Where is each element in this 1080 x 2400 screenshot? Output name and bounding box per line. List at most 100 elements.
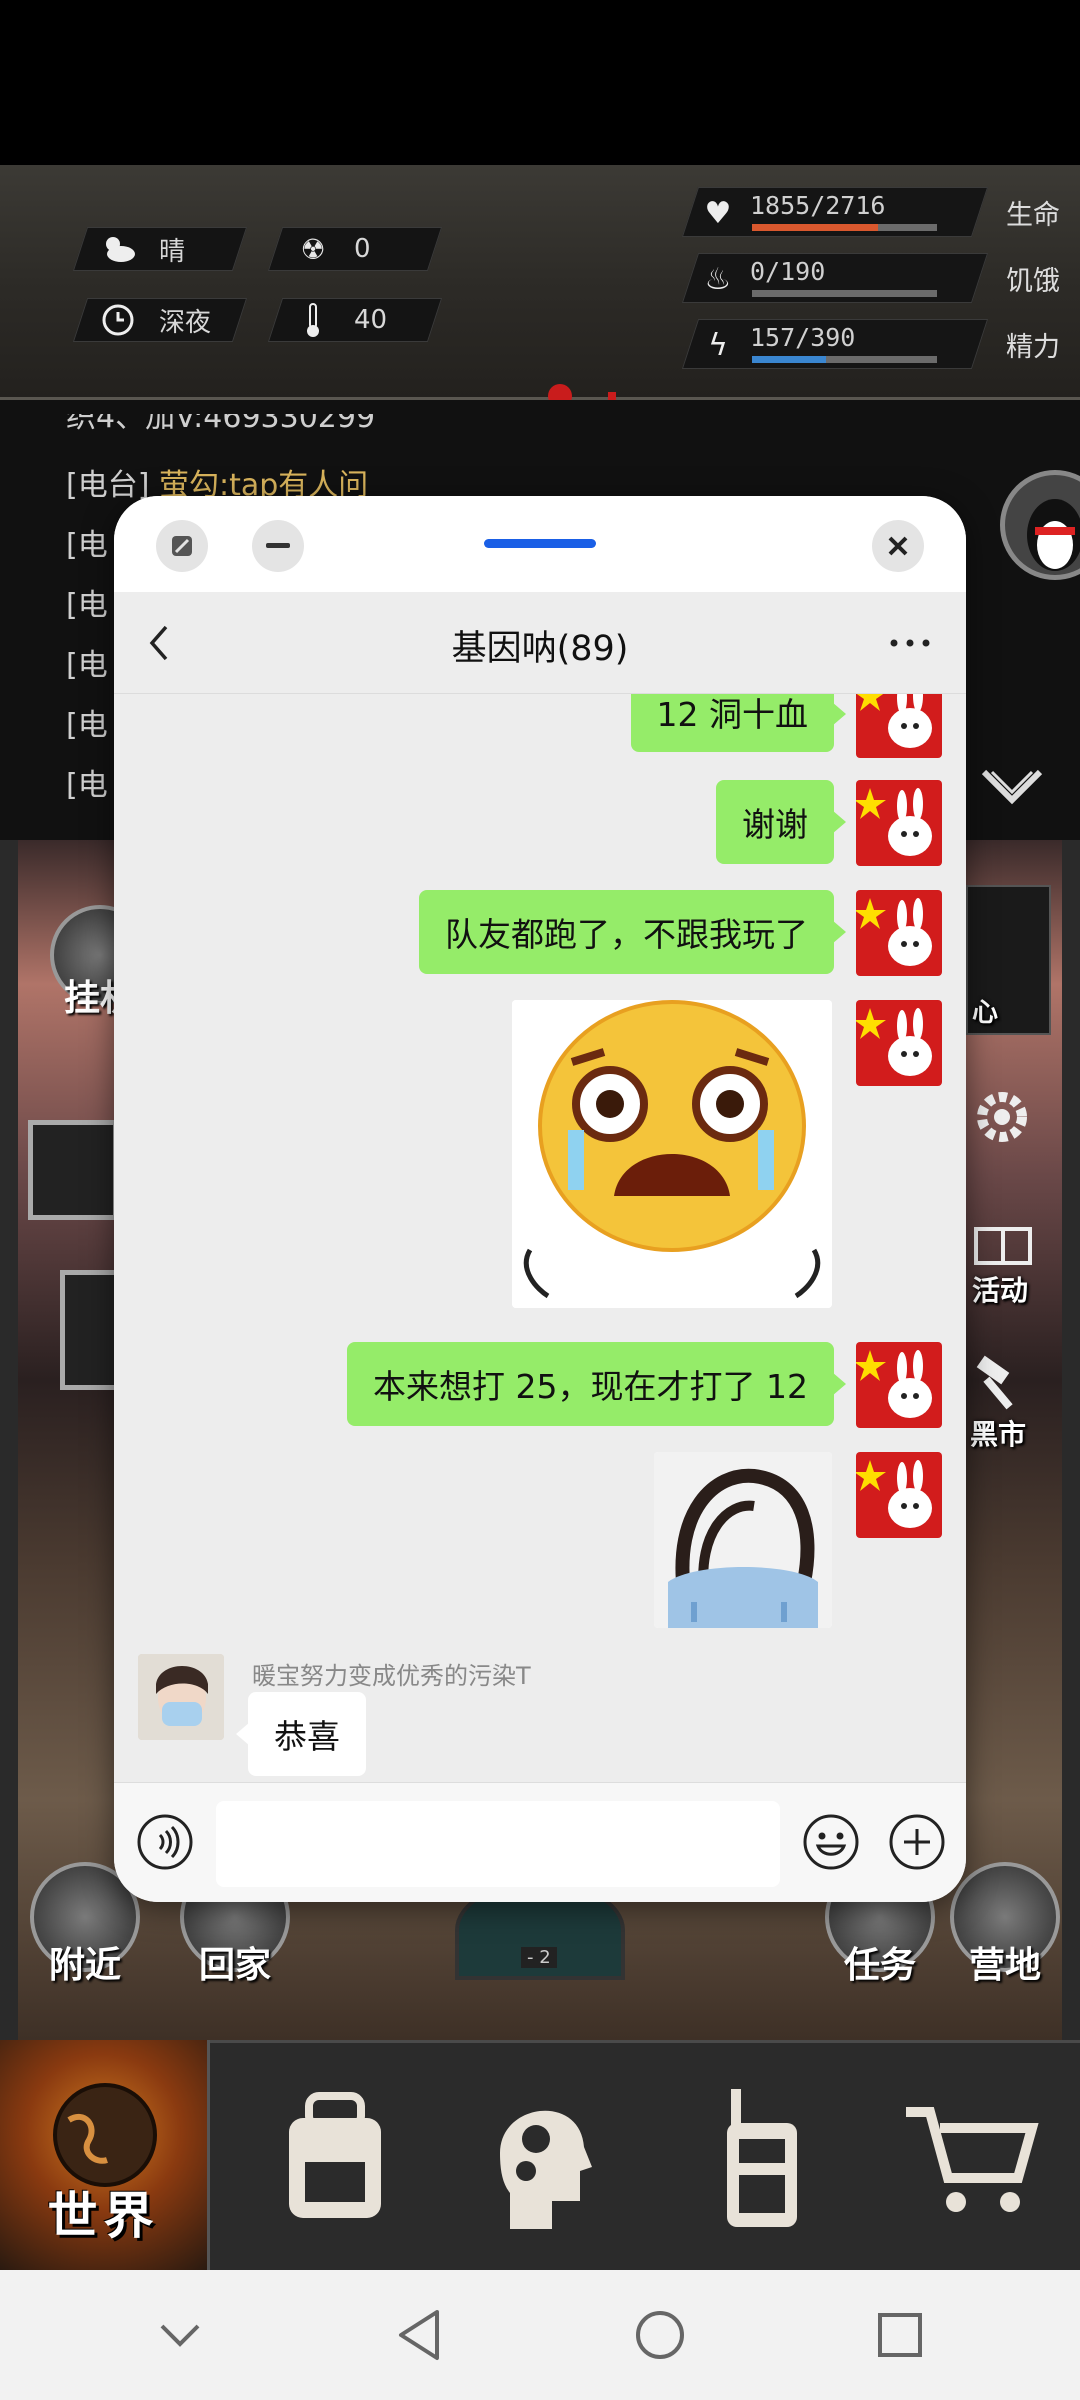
hunger-bar: ♨ 0/190 饥饿 <box>681 253 1060 307</box>
avatar[interactable] <box>856 1342 942 1428</box>
frame-right <box>1062 840 1080 2040</box>
log-line: [电 <box>66 708 108 743</box>
message-bubble[interactable]: 谢谢 <box>716 780 846 864</box>
message-bubble[interactable]: 本来想打 25，现在才打了 12 <box>347 1342 846 1426</box>
weather-value: 晴 <box>159 236 186 267</box>
shopping-cart-icon[interactable] <box>880 2063 1060 2253</box>
energy-value: 157/390 <box>750 323 856 352</box>
monitor-icon[interactable] <box>60 1270 120 1390</box>
log-line: [电 <box>66 528 108 563</box>
energy-bar: ϟ 157/390 精力 <box>681 319 1060 373</box>
radiation-pill: ☢ 0 <box>267 227 443 271</box>
crying-emoji-sticker[interactable] <box>512 1000 832 1308</box>
avatar[interactable] <box>138 1654 224 1740</box>
message-list[interactable]: 12 洞十血 谢谢 队友都跑了，不跟我玩了 本来想打 25，现在才打了 12 暖… <box>114 694 966 1782</box>
fullscreen-icon[interactable] <box>156 520 208 572</box>
plus-icon[interactable] <box>888 1813 946 1871</box>
message-bubble[interactable]: 恭喜 <box>236 1692 366 1776</box>
avatar[interactable] <box>856 1452 942 1538</box>
life-label: 生命 <box>1006 200 1060 231</box>
hunger-label: 饥饿 <box>1006 266 1060 297</box>
recents-square-icon[interactable] <box>855 2290 945 2380</box>
radiation-value: 0 <box>354 234 371 264</box>
avatar[interactable] <box>856 780 942 866</box>
walkie-talkie-icon[interactable] <box>672 2063 852 2253</box>
world-tab[interactable]: 世界 <box>0 2040 210 2270</box>
energy-label: 精力 <box>1006 332 1060 363</box>
avatar[interactable] <box>856 694 942 758</box>
gear-icon[interactable] <box>970 1085 1034 1149</box>
clock-icon <box>99 301 137 339</box>
hammer-icon <box>976 1355 1013 1410</box>
flag-bunny-avatar-icon <box>856 1452 942 1538</box>
flag-bunny-avatar-icon <box>856 1342 942 1428</box>
voice-icon[interactable] <box>136 1813 194 1871</box>
avatar[interactable] <box>856 1000 942 1086</box>
time-pill: 深夜 <box>72 298 248 342</box>
flag-bunny-avatar-icon <box>856 694 942 758</box>
stats-panel: 晴 ☢ 0 深夜 40 ♥ 1855/2716 生命 ♨ 0/190 饥饿 ϟ … <box>0 165 1080 530</box>
masked-person-avatar-icon <box>138 1654 224 1740</box>
log-line: [电 <box>66 588 108 623</box>
black-market-button[interactable]: 黑市 <box>968 1355 1048 1455</box>
window-title-bar[interactable] <box>114 496 966 592</box>
chevron-down-icon[interactable] <box>135 2290 225 2380</box>
flag-bunny-avatar-icon <box>856 780 942 866</box>
activity-button[interactable]: 活动 <box>968 1215 1048 1307</box>
map-panel[interactable]: 心 <box>966 885 1051 1035</box>
log-line: [电 <box>66 648 108 683</box>
message-bubble[interactable]: 队友都跑了，不跟我玩了 <box>419 890 846 974</box>
chat-input-bar <box>114 1782 966 1902</box>
lightning-icon: ϟ <box>708 327 728 363</box>
chevron-down-icon[interactable] <box>980 768 1044 812</box>
hunger-value: 0/190 <box>750 257 826 286</box>
energy-fill <box>752 356 826 363</box>
cloud-sun-icon <box>99 230 137 268</box>
backpack-icon[interactable] <box>245 2063 425 2253</box>
emoji-icon[interactable] <box>802 1813 860 1871</box>
chat-title: 基因呐(89) <box>451 629 629 669</box>
avatar[interactable] <box>856 890 942 976</box>
nearby-label: 附近 <box>48 1945 121 1986</box>
sender-name: 暖宝努力变成优秀的污染T <box>252 1662 531 1690</box>
skills-head-icon[interactable] <box>450 2063 630 2253</box>
chat-header: 基因呐(89) <box>114 592 966 694</box>
gift-icon <box>974 1227 1032 1265</box>
status-bar-area <box>0 0 1080 165</box>
close-icon[interactable] <box>872 520 924 572</box>
weather-pill: 晴 <box>72 227 248 271</box>
camp-button[interactable]: 营地 <box>950 1862 1060 1986</box>
message-bubble[interactable]: 12 洞十血 <box>630 694 847 752</box>
black-market-label: 黑市 <box>970 1418 1027 1451</box>
world-label: 世界 <box>47 2187 160 2245</box>
minimize-icon[interactable] <box>252 520 304 572</box>
flag-bunny-avatar-icon <box>856 890 942 976</box>
drag-handle[interactable] <box>484 539 596 548</box>
home-label: 回家 <box>198 1945 271 1986</box>
temperature-value: 40 <box>354 305 388 335</box>
log-line: [电 <box>66 768 108 803</box>
life-fill <box>752 224 878 231</box>
flag-bunny-avatar-icon <box>856 1000 942 1086</box>
system-nav-bar <box>0 2270 1080 2400</box>
sad-face-sticker[interactable] <box>654 1452 832 1628</box>
life-bar: ♥ 1855/2716 生命 <box>681 187 1060 241</box>
radiation-icon: ☢ <box>300 232 326 266</box>
temperature-pill: 40 <box>267 298 443 342</box>
thermometer-icon <box>294 301 332 339</box>
back-triangle-icon[interactable] <box>375 2290 465 2380</box>
chat-floating-window: 基因呐(89) 12 洞十血 谢谢 队友都跑了，不跟我玩了 本来想打 25，现在… <box>114 496 966 1902</box>
activity-label: 活动 <box>972 1274 1029 1307</box>
globe-icon <box>53 2083 157 2187</box>
home-circle-icon[interactable] <box>615 2290 705 2380</box>
monitor-icon[interactable] <box>28 1120 118 1220</box>
life-value: 1855/2716 <box>750 191 886 220</box>
center-label: 心 <box>972 998 999 1028</box>
camp-label: 营地 <box>968 1945 1041 1986</box>
stomach-icon: ♨ <box>704 261 732 297</box>
more-options-icon[interactable] <box>880 616 940 670</box>
radar-level: - 2 <box>521 1947 557 1968</box>
heart-icon: ♥ <box>704 195 732 231</box>
frame-left <box>0 840 18 2040</box>
message-input[interactable] <box>216 1801 780 1887</box>
